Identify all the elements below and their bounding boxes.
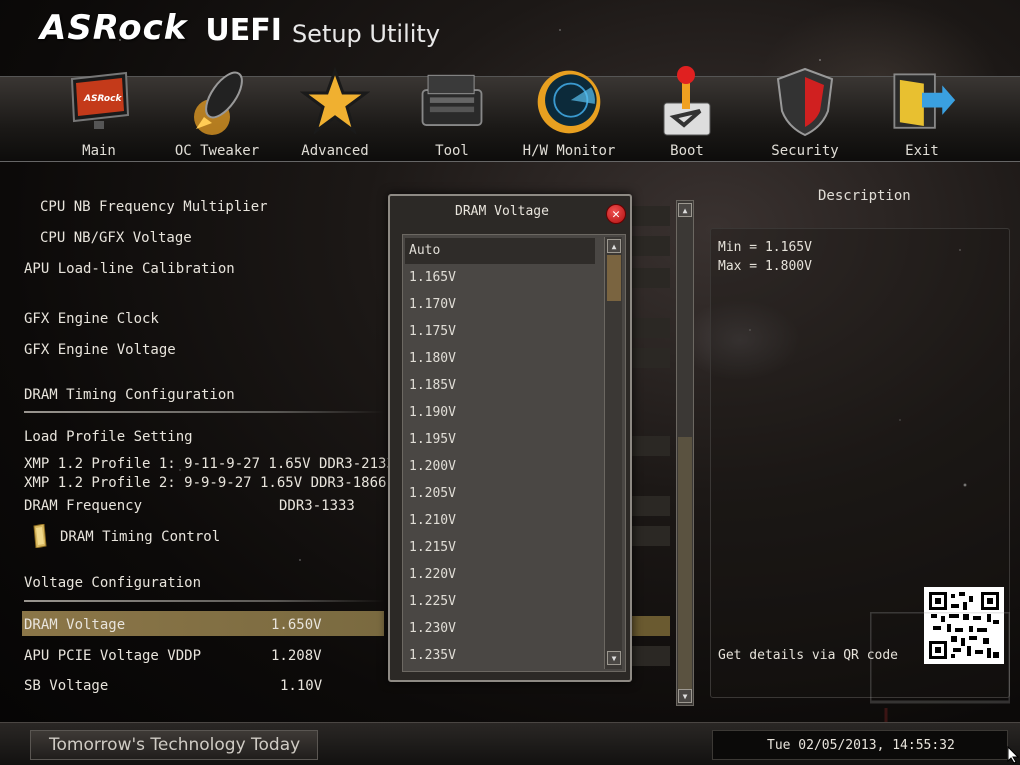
section-voltage-config: Voltage Configuration bbox=[24, 575, 202, 591]
list-item[interactable]: 1.195V bbox=[405, 427, 595, 453]
list-item[interactable]: 1.185V bbox=[405, 373, 595, 399]
main-scrollbar[interactable]: ▲ ▼ bbox=[676, 200, 694, 706]
section-divider bbox=[24, 411, 384, 413]
setting-apu-loadline[interactable]: APU Load-line Calibration bbox=[24, 261, 235, 277]
toolbox-icon bbox=[417, 67, 487, 137]
joystick-icon bbox=[652, 66, 722, 137]
xmp-profile-1-info: XMP 1.2 Profile 1: 9-11-9-27 1.65V DDR3-… bbox=[24, 456, 395, 472]
uefi-title: UEFI bbox=[205, 13, 282, 48]
nav-main-label: Main bbox=[82, 143, 116, 159]
scroll-down-icon[interactable]: ▼ bbox=[678, 689, 692, 703]
scroll-up-icon[interactable]: ▲ bbox=[678, 203, 692, 217]
dram-voltage-value[interactable]: 1.650V bbox=[271, 617, 322, 633]
setup-utility-subtitle: Setup Utility bbox=[291, 20, 441, 48]
scrollbar-thumb[interactable] bbox=[678, 437, 692, 689]
nav-hw-monitor-label: H/W Monitor bbox=[522, 143, 616, 159]
section-dram-timing-config: DRAM Timing Configuration bbox=[24, 387, 235, 403]
star-icon bbox=[300, 67, 370, 137]
apu-pcie-voltage-value[interactable]: 1.208V bbox=[271, 648, 322, 664]
nav-tool-label: Tool bbox=[435, 143, 469, 159]
setting-cpu-nb-gfx-voltage[interactable]: CPU NB/GFX Voltage bbox=[40, 230, 192, 246]
setting-dram-frequency[interactable]: DRAM Frequency bbox=[24, 498, 142, 514]
list-item[interactable]: 1.220V bbox=[405, 562, 595, 588]
setting-sb-voltage[interactable]: SB Voltage bbox=[24, 678, 108, 694]
list-item[interactable]: 1.235V bbox=[405, 643, 595, 669]
nav-security-label: Security bbox=[771, 143, 839, 159]
nav-tool[interactable]: Tool bbox=[397, 51, 507, 163]
datetime-display: Tue 02/05/2013, 14:55:32 bbox=[712, 730, 1008, 760]
folder-icon bbox=[33, 524, 47, 548]
nav-boot-label: Boot bbox=[670, 143, 704, 159]
list-item[interactable]: 1.190V bbox=[405, 400, 595, 426]
nav-security[interactable]: Security bbox=[750, 51, 860, 163]
list-item[interactable]: 1.180V bbox=[405, 346, 595, 372]
list-item[interactable]: 1.215V bbox=[405, 535, 595, 561]
rocket-icon bbox=[182, 67, 252, 137]
close-icon[interactable]: ✕ bbox=[606, 204, 626, 224]
list-item[interactable]: 1.205V bbox=[405, 481, 595, 507]
nav-hw-monitor[interactable]: H/W Monitor bbox=[514, 51, 624, 163]
nav-exit[interactable]: Exit bbox=[867, 51, 977, 163]
nav-exit-label: Exit bbox=[905, 143, 939, 159]
voltage-option-list[interactable]: Auto 1.165V 1.170V 1.175V 1.180V 1.185V … bbox=[402, 234, 626, 672]
nav-oc-tweaker-label: OC Tweaker bbox=[174, 143, 260, 159]
nav-advanced[interactable]: Advanced bbox=[280, 51, 390, 163]
sb-voltage-value[interactable]: 1.10V bbox=[280, 678, 322, 694]
logo: ASRock UEFI Setup Utility bbox=[40, 8, 440, 48]
nav-oc-tweaker[interactable]: OC Tweaker bbox=[162, 51, 272, 163]
list-item[interactable]: 1.165V bbox=[405, 265, 595, 291]
footer-tagline: Tomorrow's Technology Today bbox=[30, 730, 318, 760]
monitor-icon: ASRock bbox=[64, 67, 134, 137]
dram-frequency-value[interactable]: DDR3-1333 bbox=[279, 498, 355, 514]
submenu-dram-timing-control[interactable]: DRAM Timing Control bbox=[60, 529, 220, 545]
list-scrollbar-thumb[interactable] bbox=[607, 255, 621, 301]
list-item[interactable]: 1.175V bbox=[405, 319, 595, 345]
setting-gfx-engine-clock[interactable]: GFX Engine Clock bbox=[24, 311, 159, 327]
setting-gfx-engine-voltage[interactable]: GFX Engine Voltage bbox=[24, 342, 176, 358]
top-nav-bar: ASRock Main OC Tweaker Advanced Tool H/W… bbox=[0, 66, 1020, 162]
description-max: Max = 1.800V bbox=[718, 259, 812, 274]
nav-main[interactable]: ASRock Main bbox=[44, 51, 154, 163]
list-item[interactable]: Auto bbox=[405, 238, 595, 264]
setting-load-profile[interactable]: Load Profile Setting bbox=[24, 429, 193, 445]
exit-door-icon bbox=[887, 67, 957, 137]
list-scrollbar[interactable]: ▲ ▼ bbox=[604, 237, 622, 669]
svg-text:ASRock: ASRock bbox=[83, 94, 122, 104]
nav-boot[interactable]: Boot bbox=[632, 51, 742, 163]
setting-dram-voltage[interactable]: DRAM Voltage bbox=[24, 617, 125, 633]
list-item[interactable]: 1.170V bbox=[405, 292, 595, 318]
list-item[interactable]: 1.210V bbox=[405, 508, 595, 534]
dialog-title: DRAM Voltage bbox=[455, 204, 549, 219]
description-min: Min = 1.165V bbox=[718, 240, 812, 255]
brand-logo: ASRock bbox=[40, 8, 188, 48]
section-divider bbox=[24, 600, 384, 602]
xmp-profile-2-info: XMP 1.2 Profile 2: 9-9-9-27 1.65V DDR3-1… bbox=[24, 475, 387, 491]
scroll-up-icon[interactable]: ▲ bbox=[607, 239, 621, 253]
mouse-cursor-icon bbox=[1007, 746, 1019, 764]
shield-icon bbox=[770, 67, 840, 137]
list-item[interactable]: 1.230V bbox=[405, 616, 595, 642]
scroll-down-icon[interactable]: ▼ bbox=[607, 651, 621, 665]
radar-icon bbox=[534, 67, 604, 137]
dram-voltage-dialog: DRAM Voltage ✕ Auto 1.165V 1.170V 1.175V… bbox=[388, 194, 632, 682]
setting-apu-pcie-voltage[interactable]: APU PCIE Voltage VDDP bbox=[24, 648, 201, 664]
list-item[interactable]: 1.225V bbox=[405, 589, 595, 615]
description-title: Description bbox=[818, 188, 911, 204]
list-item[interactable]: 1.200V bbox=[405, 454, 595, 480]
nav-advanced-label: Advanced bbox=[301, 143, 369, 159]
setting-cpu-nb-multiplier[interactable]: CPU NB Frequency Multiplier bbox=[40, 199, 268, 215]
